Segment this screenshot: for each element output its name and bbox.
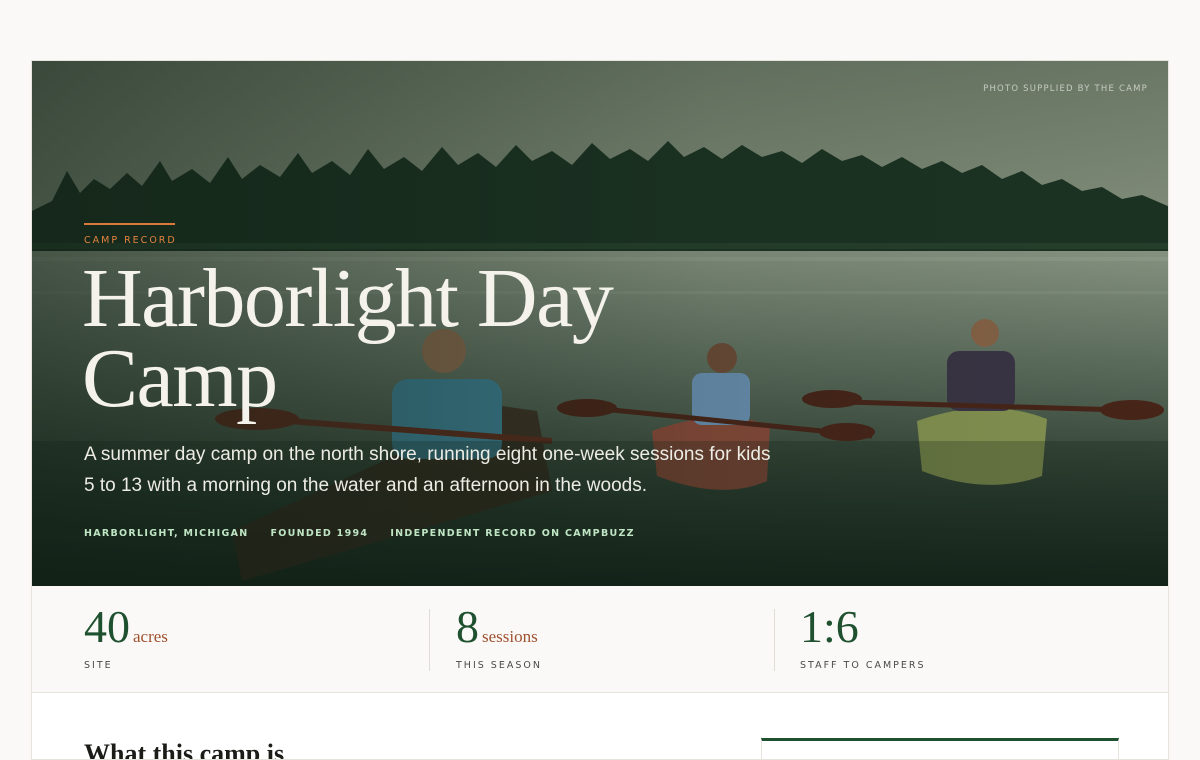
camp-description: A summer day camp on the north shore, ru… — [84, 444, 771, 496]
stat-site: 40 acres SITE — [84, 601, 168, 672]
stat-label: SITE — [84, 660, 113, 671]
stat-ratio: 1:6 STAFF TO CAMPERS — [800, 601, 926, 672]
stat-divider — [774, 609, 775, 671]
page-title: Harborlight Day Camp — [82, 252, 614, 425]
stat-label: STAFF TO CAMPERS — [800, 660, 926, 671]
stat-sessions: 8 sessions THIS SEASON — [456, 601, 542, 672]
meta-location: HARBORLIGHT, MICHIGAN — [84, 528, 249, 539]
stat-value: 8 — [456, 601, 479, 652]
stat-divider — [429, 609, 430, 671]
hero-meta: HARBORLIGHT, MICHIGAN FOUNDED 1994 INDEP… — [84, 528, 635, 539]
stats-bar: 40 acres SITE 8 sessions THIS SEASON 1:6 S… — [32, 586, 1168, 693]
hero: PHOTO SUPPLIED BY THE CAMP CAMP RECORD H… — [32, 61, 1168, 586]
camp-record-card: PHOTO SUPPLIED BY THE CAMP CAMP RECORD H… — [31, 60, 1169, 760]
sidebar-panel — [761, 738, 1119, 759]
meta-founded: FOUNDED 1994 — [270, 528, 369, 539]
eyebrow-rule — [84, 223, 175, 225]
photo-credit: PHOTO SUPPLIED BY THE CAMP — [983, 84, 1148, 94]
meta-record-source[interactable]: INDEPENDENT RECORD ON CAMPBUZZ — [390, 528, 635, 539]
eyebrow-label: CAMP RECORD — [84, 235, 177, 246]
stat-unit: acres — [133, 627, 168, 646]
stat-value: 40 — [84, 601, 130, 652]
stat-unit: sessions — [482, 627, 538, 646]
stat-label: THIS SEASON — [456, 660, 542, 671]
stat-value: 1:6 — [800, 601, 859, 652]
